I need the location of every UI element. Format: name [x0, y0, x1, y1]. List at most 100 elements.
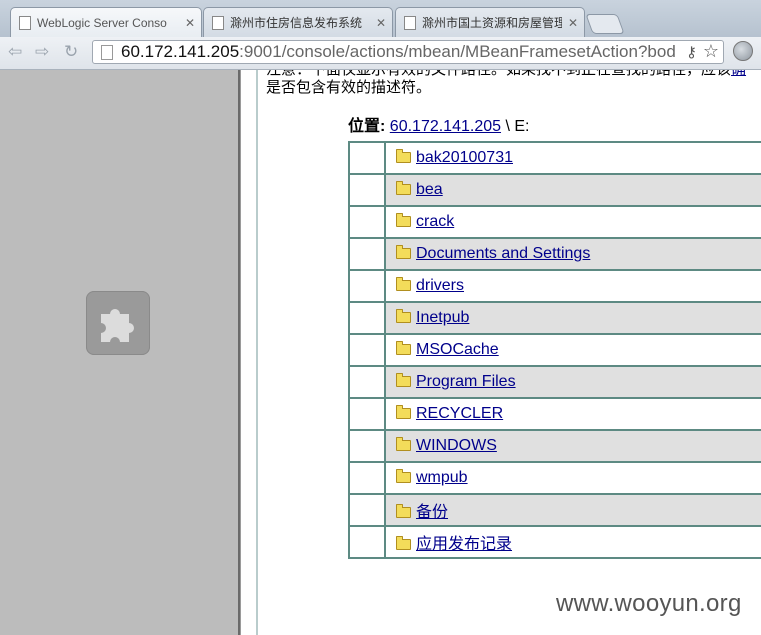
location-host-link[interactable]: 60.172.141.205 — [390, 118, 501, 135]
table-row: bea — [348, 173, 761, 207]
folder-icon — [396, 469, 411, 483]
forward-arrow-icon[interactable]: ⇨ — [35, 42, 49, 62]
folder-icon — [396, 277, 411, 291]
folder-icon — [396, 536, 411, 550]
folder-cell: Inetpub — [384, 301, 761, 335]
row-spacer-cell — [348, 173, 386, 207]
row-spacer-cell — [348, 237, 386, 271]
notice-link[interactable]: 确 — [731, 70, 746, 78]
folder-cell: bak20100731 — [384, 141, 761, 175]
folder-icon — [396, 373, 411, 387]
row-spacer-cell — [348, 269, 386, 303]
folder-link[interactable]: RECYCLER — [416, 405, 503, 422]
page-icon — [101, 44, 113, 60]
folder-cell: bea — [384, 173, 761, 207]
folder-cell: 备份 — [384, 493, 761, 527]
tab-housing-info[interactable]: 滁州市住房信息发布系统 ✕ — [203, 7, 393, 37]
row-spacer-cell — [348, 461, 386, 495]
row-spacer-cell — [348, 525, 386, 559]
table-row: 备份 — [348, 493, 761, 527]
tab-title: WebLogic Server Conso — [37, 15, 167, 30]
reload-icon[interactable]: ↻ — [64, 42, 78, 62]
new-tab-button[interactable] — [585, 14, 625, 34]
table-row: bak20100731 — [348, 141, 761, 175]
table-row: wmpub — [348, 461, 761, 495]
folder-link[interactable]: Documents and Settings — [416, 245, 590, 262]
location-suffix: \ E: — [501, 118, 530, 135]
row-spacer-cell — [348, 493, 386, 527]
folder-link[interactable]: Inetpub — [416, 309, 469, 326]
document-icon — [19, 15, 31, 30]
folder-cell: drivers — [384, 269, 761, 303]
table-row: MSOCache — [348, 333, 761, 367]
plugin-puzzle-icon — [86, 291, 150, 355]
document-icon — [404, 15, 416, 30]
bookmark-star-icon[interactable]: ☆ — [702, 41, 719, 62]
table-row: 应用发布记录 — [348, 525, 761, 559]
table-row: RECYCLER — [348, 397, 761, 431]
row-spacer-cell — [348, 301, 386, 335]
folder-cell: 应用发布记录 — [384, 525, 761, 559]
folder-icon — [396, 437, 411, 451]
folder-link[interactable]: wmpub — [416, 469, 468, 486]
table-row: Inetpub — [348, 301, 761, 335]
back-arrow-icon[interactable]: ⇦ — [8, 42, 22, 62]
folder-cell: wmpub — [384, 461, 761, 495]
notice-line2: 是否包含有效的描述符。 — [266, 79, 432, 96]
url-path: :9001/console/actions/mbean/MBeanFramese… — [239, 42, 676, 61]
table-row: WINDOWS — [348, 429, 761, 463]
folder-link[interactable]: bak20100731 — [416, 149, 513, 166]
folder-link[interactable]: Program Files — [416, 373, 516, 390]
tab-land-resources[interactable]: 滁州市国土资源和房屋管理 ✕ — [395, 7, 585, 37]
globe-icon[interactable] — [733, 41, 753, 61]
row-spacer-cell — [348, 429, 386, 463]
table-row: Documents and Settings — [348, 237, 761, 271]
folder-cell: RECYCLER — [384, 397, 761, 431]
document-icon — [212, 15, 224, 30]
tab-title: 滁州市住房信息发布系统 — [230, 16, 363, 30]
folder-link[interactable]: WINDOWS — [416, 437, 497, 454]
close-icon[interactable]: ✕ — [568, 16, 578, 30]
url-host: 60.172.141.205 — [121, 42, 240, 61]
folder-link[interactable]: MSOCache — [416, 341, 499, 358]
folder-cell: Program Files — [384, 365, 761, 399]
folder-icon — [396, 149, 411, 163]
frame-rule — [256, 70, 258, 635]
folder-icon — [396, 181, 411, 195]
folder-cell: WINDOWS — [384, 429, 761, 463]
row-spacer-cell — [348, 397, 386, 431]
tab-strip: WebLogic Server Conso ✕ 滁州市住房信息发布系统 ✕ 滁州… — [0, 0, 761, 37]
folder-icon — [396, 213, 411, 227]
folder-icon — [396, 245, 411, 259]
notice-line1: 注意：下面仅显示有效的文件路径。如果找不到正在查找的路径，应该 — [266, 70, 731, 78]
row-spacer-cell — [348, 333, 386, 367]
location-label: 位置: — [348, 118, 386, 135]
folder-link[interactable]: 应用发布记录 — [416, 536, 512, 553]
notice-text: 注意：下面仅显示有效的文件路径。如果找不到正在查找的路径，应该确 是否包含有效的… — [266, 70, 761, 97]
folder-link[interactable]: crack — [416, 213, 454, 230]
folder-icon — [396, 405, 411, 419]
folder-cell: MSOCache — [384, 333, 761, 367]
folder-icon — [396, 504, 411, 518]
location-breadcrumb: 位置: 60.172.141.205 \ E: — [348, 112, 529, 136]
browser-toolbar: ⇦ ⇨ ↻ 60.172.141.205:9001/console/action… — [0, 37, 761, 70]
table-row: crack — [348, 205, 761, 239]
table-row: drivers — [348, 269, 761, 303]
tab-weblogic-console[interactable]: WebLogic Server Conso ✕ — [10, 7, 202, 37]
address-bar[interactable]: 60.172.141.205:9001/console/actions/mbea… — [92, 40, 724, 64]
close-icon[interactable]: ✕ — [376, 16, 386, 30]
directory-table: bak20100731 bea crack Documents and Setting… — [348, 141, 761, 559]
key-icon[interactable]: ⚷ — [686, 43, 697, 61]
folder-link[interactable]: 备份 — [416, 504, 448, 521]
watermark: www.wooyun.org — [556, 590, 742, 617]
folder-link[interactable]: bea — [416, 181, 443, 198]
main-content: 注意：下面仅显示有效的文件路径。如果找不到正在查找的路径，应该确 是否包含有效的… — [266, 70, 761, 635]
row-spacer-cell — [348, 365, 386, 399]
folder-icon — [396, 309, 411, 323]
folder-link[interactable]: drivers — [416, 277, 464, 294]
row-spacer-cell — [348, 141, 386, 175]
folder-cell: Documents and Settings — [384, 237, 761, 271]
folder-cell: crack — [384, 205, 761, 239]
close-icon[interactable]: ✕ — [185, 16, 195, 30]
tab-title: 滁州市国土资源和房屋管理 — [422, 16, 562, 30]
